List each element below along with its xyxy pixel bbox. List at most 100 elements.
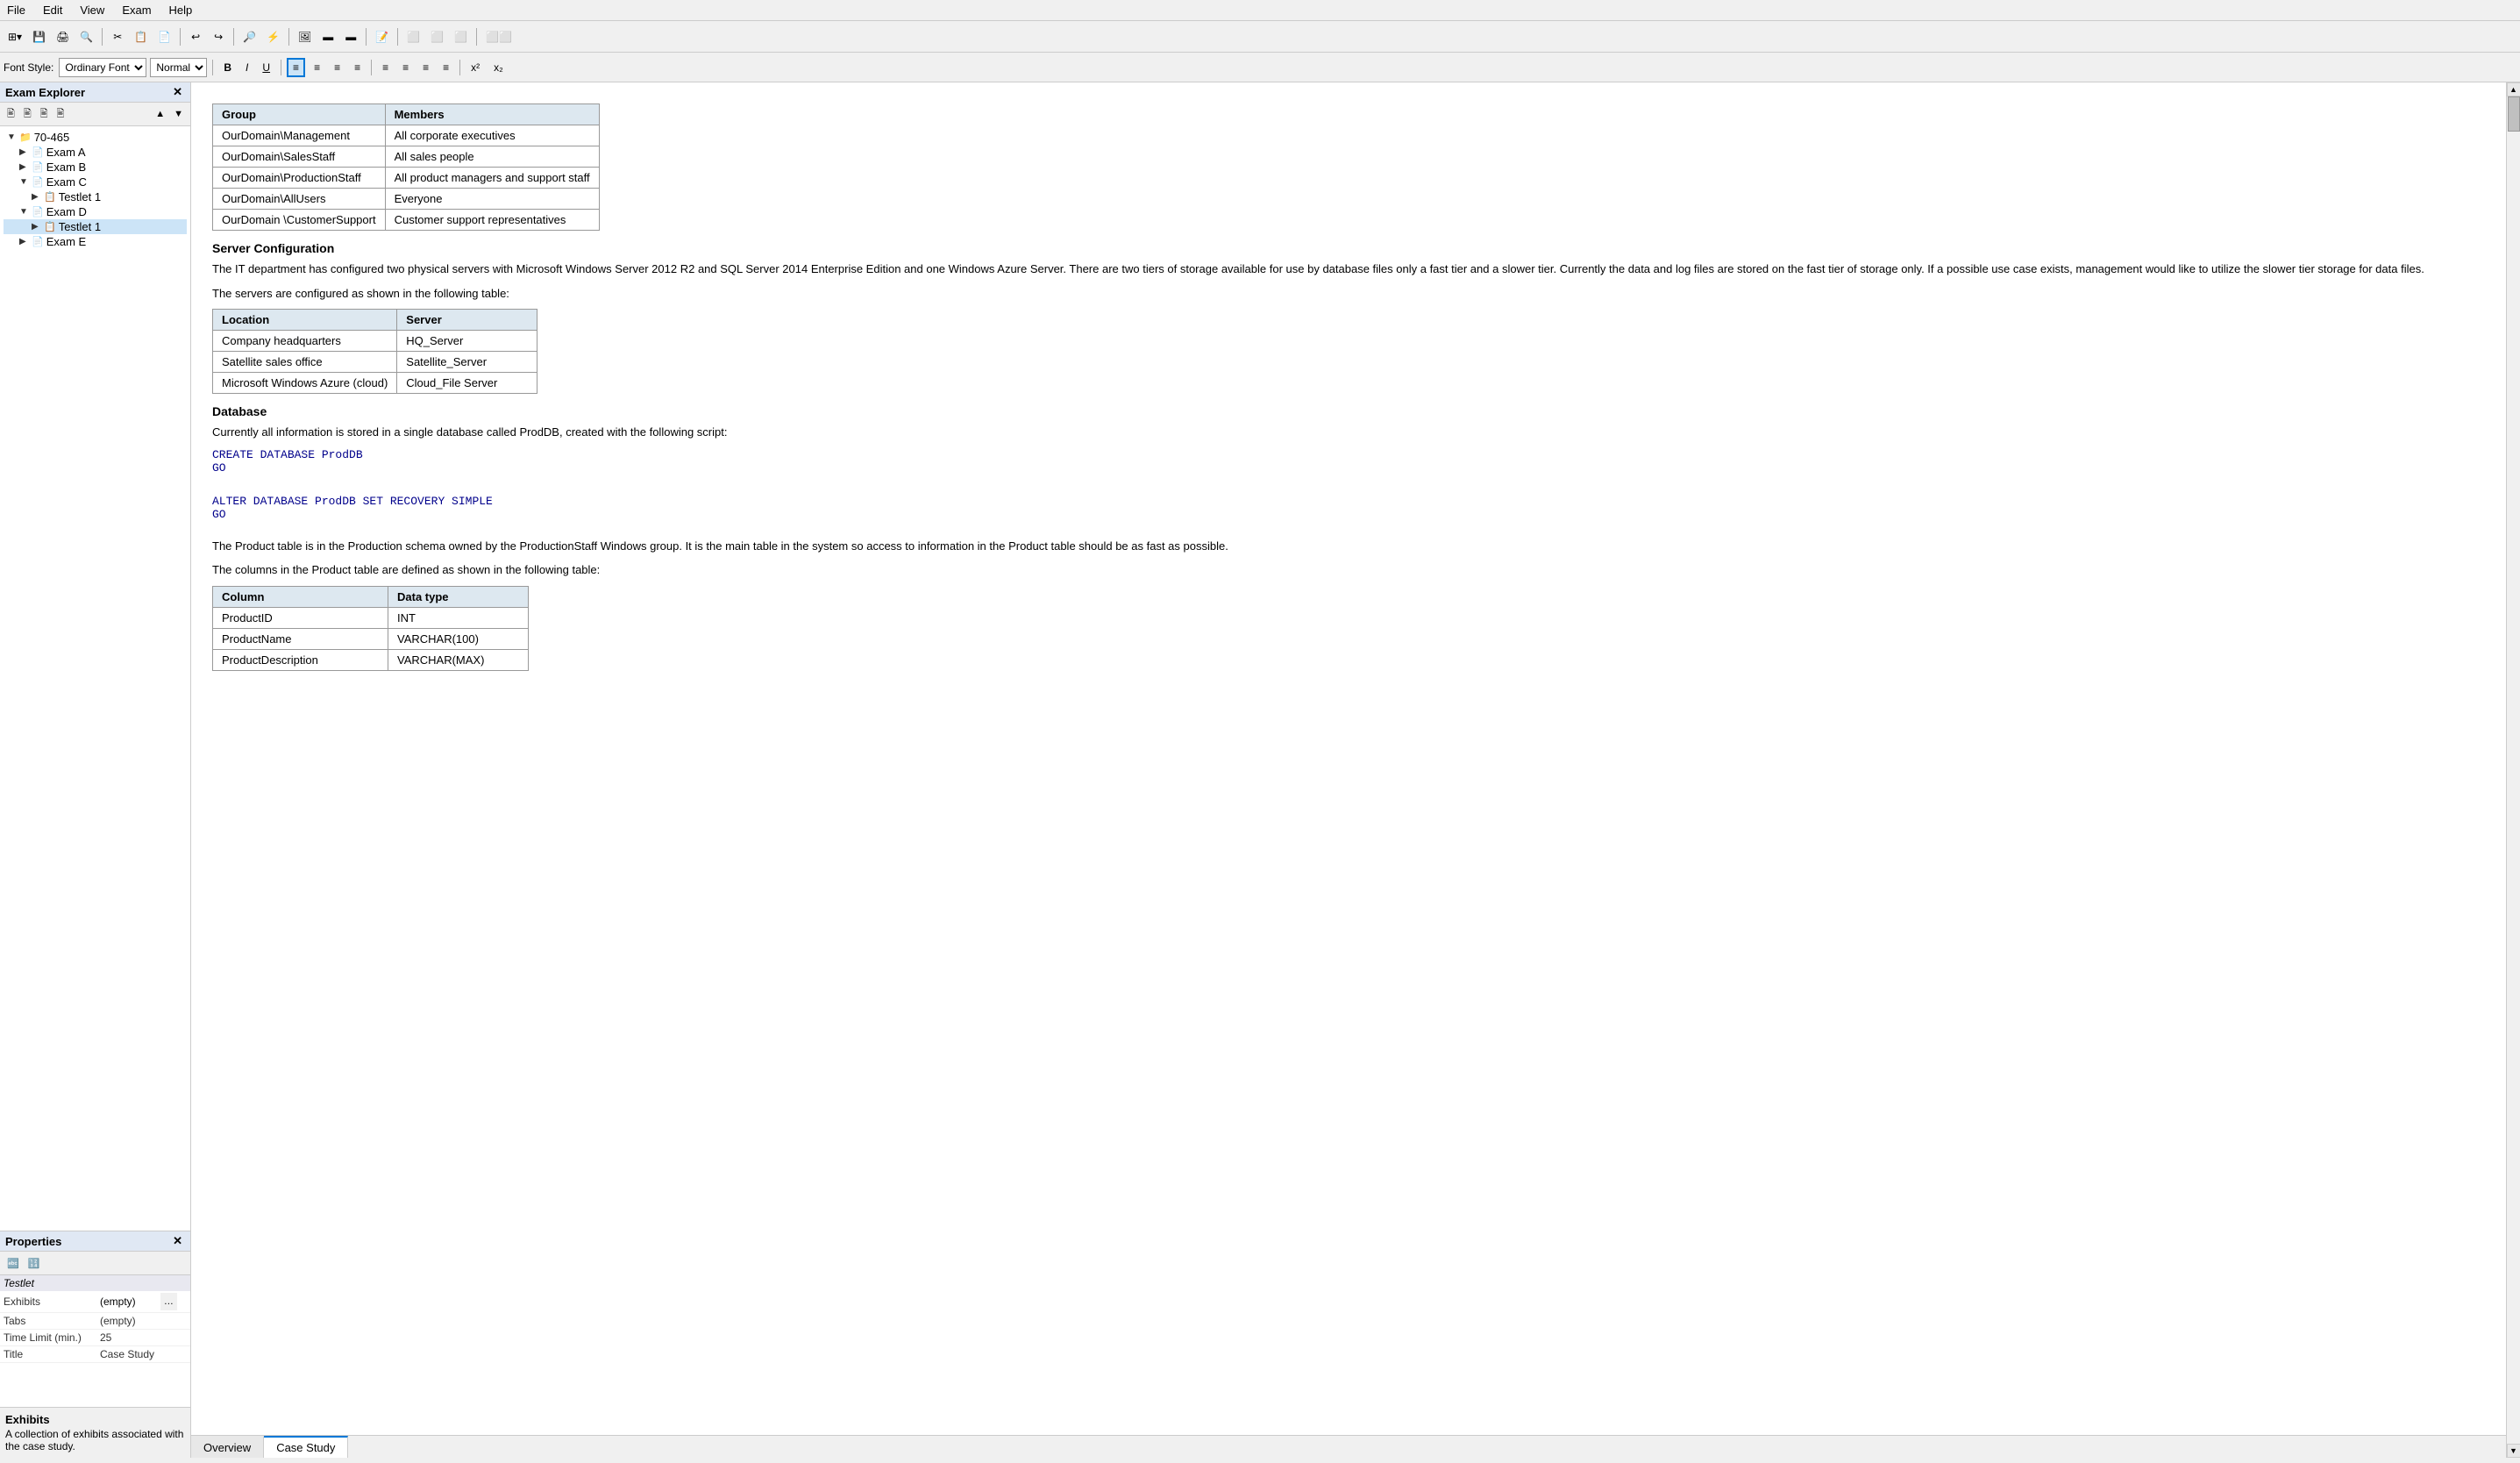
server-config-intro: The servers are configured as shown in t… xyxy=(212,285,2485,303)
content-scroll[interactable]: Group Members OurDomain\ManagementAll co… xyxy=(191,82,2506,1435)
formatbar: Font Style: Ordinary Font Normal B I U ≡… xyxy=(0,53,2520,82)
scroll-track[interactable] xyxy=(2508,96,2520,1444)
tree-item-examD[interactable]: ▼ 📄 Exam D xyxy=(4,204,187,219)
cut-btn[interactable]: ✂ xyxy=(107,26,128,47)
tree-toggle-examC[interactable]: ▼ xyxy=(19,177,32,187)
paste-btn[interactable]: 📄 xyxy=(153,26,175,47)
sep4 xyxy=(288,28,289,46)
find-btn[interactable]: 🔎 xyxy=(238,26,260,47)
bold-btn[interactable]: B xyxy=(218,58,237,77)
sep5 xyxy=(366,28,367,46)
menu-exam[interactable]: Exam xyxy=(118,2,154,18)
merge-btn[interactable]: ⬜⬜ xyxy=(481,26,516,47)
explorer-btn4[interactable]: 🖹 xyxy=(53,105,68,123)
prop-label-title: Title xyxy=(0,1346,96,1363)
properties-panel: Properties ✕ 🔤 🔢 Testlet Exhibits (empty… xyxy=(0,1231,190,1407)
product-row: ProductNameVARCHAR(100) xyxy=(213,628,529,649)
props-btn2[interactable]: 🔢 xyxy=(25,1254,44,1272)
servers-cell: Cloud_File Server xyxy=(397,373,537,394)
flash-btn[interactable]: ⚡ xyxy=(262,26,284,47)
product-cell: ProductDescription xyxy=(213,649,388,670)
undo-btn[interactable]: ↩ xyxy=(185,26,206,47)
props-section-label: Testlet xyxy=(0,1275,190,1291)
save-btn[interactable]: 💾 xyxy=(28,26,50,47)
list-ol-btn[interactable]: ≡ xyxy=(397,58,414,77)
groups-cell: OurDomain\AllUsers xyxy=(213,189,386,210)
tree-item-testlet1d[interactable]: ▶ 📋 Testlet 1 xyxy=(4,219,187,234)
exam-explorer-header: Exam Explorer ✕ xyxy=(0,82,190,103)
tree-item-examA[interactable]: ▶ 📄 Exam A xyxy=(4,145,187,160)
scroll-thumb[interactable] xyxy=(2508,96,2520,132)
indent-btn[interactable]: ≡ xyxy=(417,58,434,77)
redo-btn[interactable]: ↪ xyxy=(208,26,229,47)
media-btn[interactable]: ▬ xyxy=(317,26,338,47)
edit-btn[interactable]: 📝 xyxy=(371,26,393,47)
tree-toggle-examE[interactable]: ▶ xyxy=(19,237,32,246)
col1-btn[interactable]: ⬜ xyxy=(402,26,424,47)
menu-help[interactable]: Help xyxy=(166,2,196,18)
exhibits-panel: Exhibits A collection of exhibits associ… xyxy=(0,1407,190,1458)
menubar: File Edit View Exam Help xyxy=(0,0,2520,21)
new-btn[interactable]: ⊞▾ xyxy=(4,26,26,47)
print-preview-btn[interactable]: 🔍 xyxy=(75,26,97,47)
align-left-btn[interactable]: ≡ xyxy=(287,58,305,77)
exam-explorer-toolbar: 🖹 🖹 🖹 🖹 ▲ ▼ xyxy=(0,103,190,126)
tree-item-examE[interactable]: ▶ 📄 Exam E xyxy=(4,234,187,249)
font-size-select[interactable]: Normal xyxy=(150,58,207,77)
menu-file[interactable]: File xyxy=(4,2,29,18)
col3-btn[interactable]: ⬜ xyxy=(450,26,472,47)
properties-close[interactable]: ✕ xyxy=(170,1234,185,1248)
copy-btn[interactable]: 📋 xyxy=(130,26,152,47)
font-style-select[interactable]: Ordinary Font xyxy=(59,58,146,77)
prop-value-title: Case Study xyxy=(96,1346,190,1363)
col2-btn[interactable]: ⬜ xyxy=(426,26,448,47)
tree-item-examB[interactable]: ▶ 📄 Exam B xyxy=(4,160,187,175)
media2-btn[interactable]: ▬ xyxy=(340,26,361,47)
fmt-sep3 xyxy=(371,60,372,75)
scroll-up-arrow[interactable]: ▲ xyxy=(2507,82,2520,96)
tree-label-examA: Exam A xyxy=(46,146,86,159)
menu-view[interactable]: View xyxy=(76,2,108,18)
list-ul-btn[interactable]: ≡ xyxy=(377,58,394,77)
groups-cell: Customer support representatives xyxy=(385,210,599,231)
toolbar: ⊞▾ 💾 🖨 🔍 ✂ 📋 📄 ↩ ↪ 🔎 ⚡ 🖼 ▬ ▬ 📝 ⬜ ⬜ ⬜ ⬜⬜ xyxy=(0,21,2520,53)
tree-toggle-t1c[interactable]: ▶ xyxy=(32,192,44,202)
explorer-down-btn[interactable]: ▼ xyxy=(170,105,187,123)
props-btn1[interactable]: 🔤 xyxy=(4,1254,23,1272)
tree-toggle-t1d[interactable]: ▶ xyxy=(32,222,44,232)
align-justify-btn[interactable]: ≡ xyxy=(349,58,366,77)
image-btn[interactable]: 🖼 xyxy=(294,26,316,47)
prop-exhibits-btn[interactable]: … xyxy=(160,1293,177,1310)
align-right-btn[interactable]: ≡ xyxy=(329,58,345,77)
tab-overview[interactable]: Overview xyxy=(191,1436,264,1458)
print-btn[interactable]: 🖨 xyxy=(52,26,74,47)
tree-item-examC[interactable]: ▼ 📄 Exam C xyxy=(4,175,187,189)
explorer-up-btn[interactable]: ▲ xyxy=(152,105,168,123)
database-paragraph2: The Product table is in the Production s… xyxy=(212,538,2485,555)
subscript-btn[interactable]: x₂ xyxy=(488,58,509,77)
superscript-btn[interactable]: x² xyxy=(466,58,485,77)
tree-toggle-examD[interactable]: ▼ xyxy=(19,207,32,217)
tree-item-testlet1c[interactable]: ▶ 📋 Testlet 1 xyxy=(4,189,187,204)
explorer-btn1[interactable]: 🖹 xyxy=(4,105,18,123)
exam-explorer-close[interactable]: ✕ xyxy=(170,85,185,99)
groups-cell: All product managers and support staff xyxy=(385,168,599,189)
italic-btn[interactable]: I xyxy=(240,58,253,77)
tree-label-examB: Exam B xyxy=(46,161,87,174)
tree-toggle-examB[interactable]: ▶ xyxy=(19,162,32,172)
tab-case-study[interactable]: Case Study xyxy=(264,1436,348,1458)
tree-toggle-examA[interactable]: ▶ xyxy=(19,147,32,157)
underline-btn[interactable]: U xyxy=(257,58,275,77)
tree-toggle-root[interactable]: ▼ xyxy=(7,132,19,142)
product-row: ProductIDINT xyxy=(213,607,529,628)
scroll-down-arrow[interactable]: ▼ xyxy=(2507,1444,2520,1458)
explorer-btn2[interactable]: 🖹 xyxy=(20,105,35,123)
left-panel: Exam Explorer ✕ 🖹 🖹 🖹 🖹 ▲ ▼ ▼ 📁 70-465 ▶ xyxy=(0,82,191,1458)
align-center-btn[interactable]: ≡ xyxy=(309,58,325,77)
exhibits-description: A collection of exhibits associated with… xyxy=(5,1428,185,1452)
exam-icon-e: 📄 xyxy=(32,236,44,247)
tree-item-root[interactable]: ▼ 📁 70-465 xyxy=(4,130,187,145)
explorer-btn3[interactable]: 🖹 xyxy=(37,105,52,123)
menu-edit[interactable]: Edit xyxy=(39,2,66,18)
outdent-btn[interactable]: ≡ xyxy=(438,58,454,77)
